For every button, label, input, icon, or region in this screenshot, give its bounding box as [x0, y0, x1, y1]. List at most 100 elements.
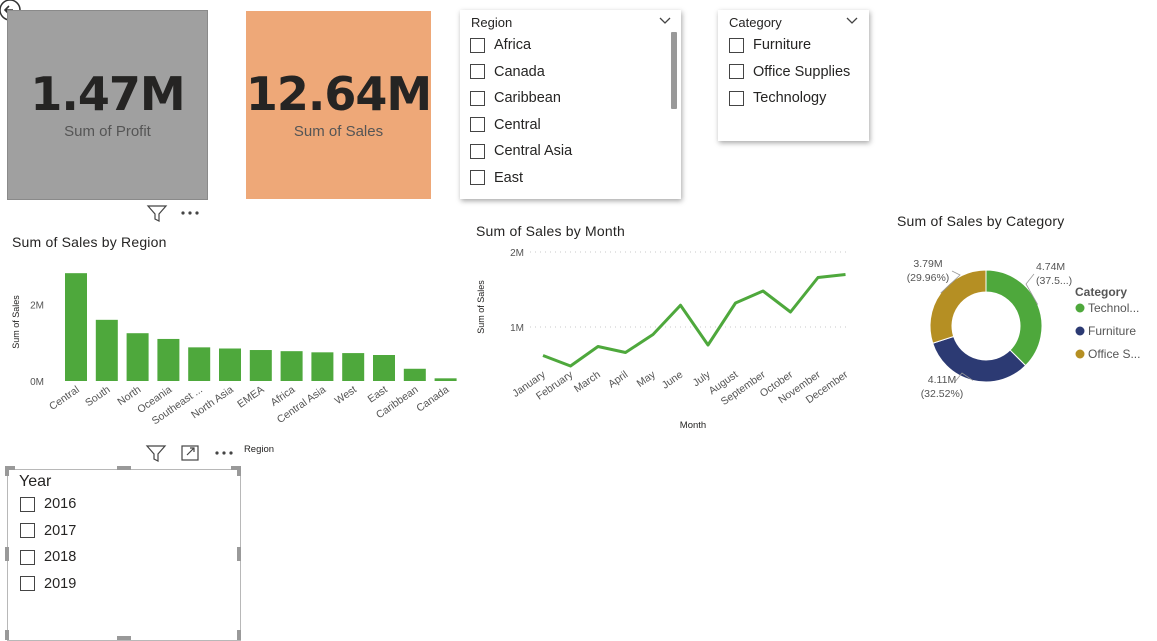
y-tick-label: 2M [510, 248, 524, 259]
region-option[interactable]: Caribbean [470, 85, 572, 112]
checkbox[interactable] [470, 170, 485, 185]
resize-handle[interactable] [237, 466, 241, 476]
x-tick-label: June [660, 369, 686, 392]
category-chart-title: Sum of Sales by Category [897, 213, 1064, 229]
region-slicer-list: Africa Canada Caribbean Central Central … [470, 32, 572, 191]
sales-value: 12.64M [246, 71, 431, 117]
bar [404, 369, 426, 381]
bar [96, 320, 118, 381]
resize-handle[interactable] [117, 636, 131, 640]
region-option[interactable]: Canada [470, 59, 572, 86]
year-option[interactable]: 2017 [20, 518, 76, 545]
region-option[interactable]: East [470, 165, 572, 192]
checkbox[interactable] [729, 64, 744, 79]
checkbox[interactable] [20, 576, 35, 591]
x-tick-label: March [572, 369, 603, 396]
sales-label: Sum of Sales [294, 123, 383, 140]
y-axis-label: Sum of Sales [476, 280, 486, 334]
slice-percent-label: (29.96%) [907, 272, 950, 284]
resize-handle[interactable] [117, 466, 131, 470]
region-slicer[interactable]: Region Africa Canada Caribbean Central C… [460, 10, 681, 199]
sales-card[interactable]: 12.64M Sum of Sales [246, 11, 431, 199]
checkbox[interactable] [470, 117, 485, 132]
bar [435, 378, 457, 381]
category-option[interactable]: Furniture [729, 32, 850, 59]
y-axis-label: Sum of Sales [11, 295, 21, 349]
slice-percent-label: (37.5...) [1036, 275, 1072, 287]
category-slicer-header: Category [729, 15, 782, 30]
checkbox[interactable] [470, 91, 485, 106]
checkbox[interactable] [20, 497, 35, 512]
year-slicer[interactable]: Year 2016 2017 2018 2019 [7, 469, 241, 641]
chevron-down-icon[interactable] [845, 14, 859, 32]
region-option[interactable]: Central [470, 112, 572, 139]
bar [157, 339, 179, 381]
slice-value-label: 4.11M [928, 374, 956, 386]
year-slicer-header: Year [19, 473, 51, 491]
month-line-chart[interactable]: Sum of Sales1M2MJanuaryFebruaryMarchApri… [470, 240, 870, 435]
more-options-icon[interactable] [176, 202, 206, 229]
slice-value-label: 3.79M [913, 258, 942, 270]
x-tick-label: West [333, 384, 359, 407]
resize-handle[interactable] [5, 466, 9, 476]
x-axis-label: Region [244, 444, 274, 455]
category-slicer-list: Furniture Office Supplies Technology [729, 32, 850, 112]
legend-label: Technol... [1088, 301, 1139, 315]
slice-value-label: 4.74M [1036, 261, 1065, 273]
visual-header-region [142, 442, 238, 469]
category-slicer[interactable]: Category Furniture Office Supplies Techn… [718, 10, 869, 141]
checkbox[interactable] [729, 38, 744, 53]
month-chart-title: Sum of Sales by Month [476, 223, 625, 239]
region-bar-chart[interactable]: Sum of Sales0M2MCentralSouthNorthOceania… [0, 250, 470, 455]
region-option[interactable]: Central Asia [470, 138, 572, 165]
bar [342, 353, 364, 381]
bar [281, 351, 303, 381]
filter-icon[interactable] [142, 202, 172, 229]
sales-line [543, 275, 846, 367]
focus-mode-icon[interactable] [176, 442, 204, 469]
checkbox[interactable] [20, 523, 35, 538]
legend-marker [1076, 304, 1085, 313]
checkbox[interactable] [470, 144, 485, 159]
y-tick-label: 0M [30, 377, 44, 388]
checkbox[interactable] [470, 38, 485, 53]
x-tick-label: April [606, 369, 630, 391]
region-option[interactable]: Africa [470, 32, 572, 59]
more-options-icon[interactable] [210, 442, 238, 469]
region-chart-title: Sum of Sales by Region [12, 234, 167, 250]
year-option[interactable]: 2019 [20, 571, 76, 598]
resize-handle[interactable] [237, 547, 241, 561]
bar [188, 347, 210, 381]
x-axis-label: Month [680, 420, 706, 431]
category-donut-chart[interactable]: 4.74M (37.5...) 4.11M (32.52%) 3.79M (29.96%)… [890, 240, 1150, 420]
profit-card[interactable]: 1.47M Sum of Profit [8, 11, 207, 199]
x-tick-label: Canada [414, 384, 451, 415]
y-tick-label: 1M [510, 323, 524, 334]
x-tick-label: South [83, 384, 112, 410]
slice-percent-label: (32.52%) [921, 388, 964, 400]
donut-slice [986, 270, 1042, 366]
resize-handle[interactable] [5, 547, 9, 561]
year-slicer-list: 2016 2017 2018 2019 [20, 491, 76, 597]
legend-title: Category [1075, 285, 1127, 299]
scrollbar[interactable] [671, 32, 677, 109]
checkbox[interactable] [729, 91, 744, 106]
profit-label: Sum of Profit [64, 123, 151, 140]
x-tick-label: May [635, 368, 659, 390]
filter-icon[interactable] [142, 442, 170, 469]
bar [127, 333, 149, 381]
chevron-down-icon[interactable] [658, 14, 672, 32]
profit-value: 1.47M [30, 71, 184, 117]
year-option[interactable]: 2018 [20, 544, 76, 571]
visual-header-profit [142, 203, 210, 227]
legend-marker [1076, 350, 1085, 359]
category-option[interactable]: Office Supplies [729, 59, 850, 86]
x-tick-label: EMEA [235, 384, 266, 411]
checkbox[interactable] [470, 64, 485, 79]
category-option[interactable]: Technology [729, 85, 850, 112]
checkbox[interactable] [20, 550, 35, 565]
bar [311, 352, 333, 381]
legend-label: Furniture [1088, 324, 1136, 338]
year-option[interactable]: 2016 [20, 491, 76, 518]
legend-label: Office S... [1088, 347, 1140, 361]
